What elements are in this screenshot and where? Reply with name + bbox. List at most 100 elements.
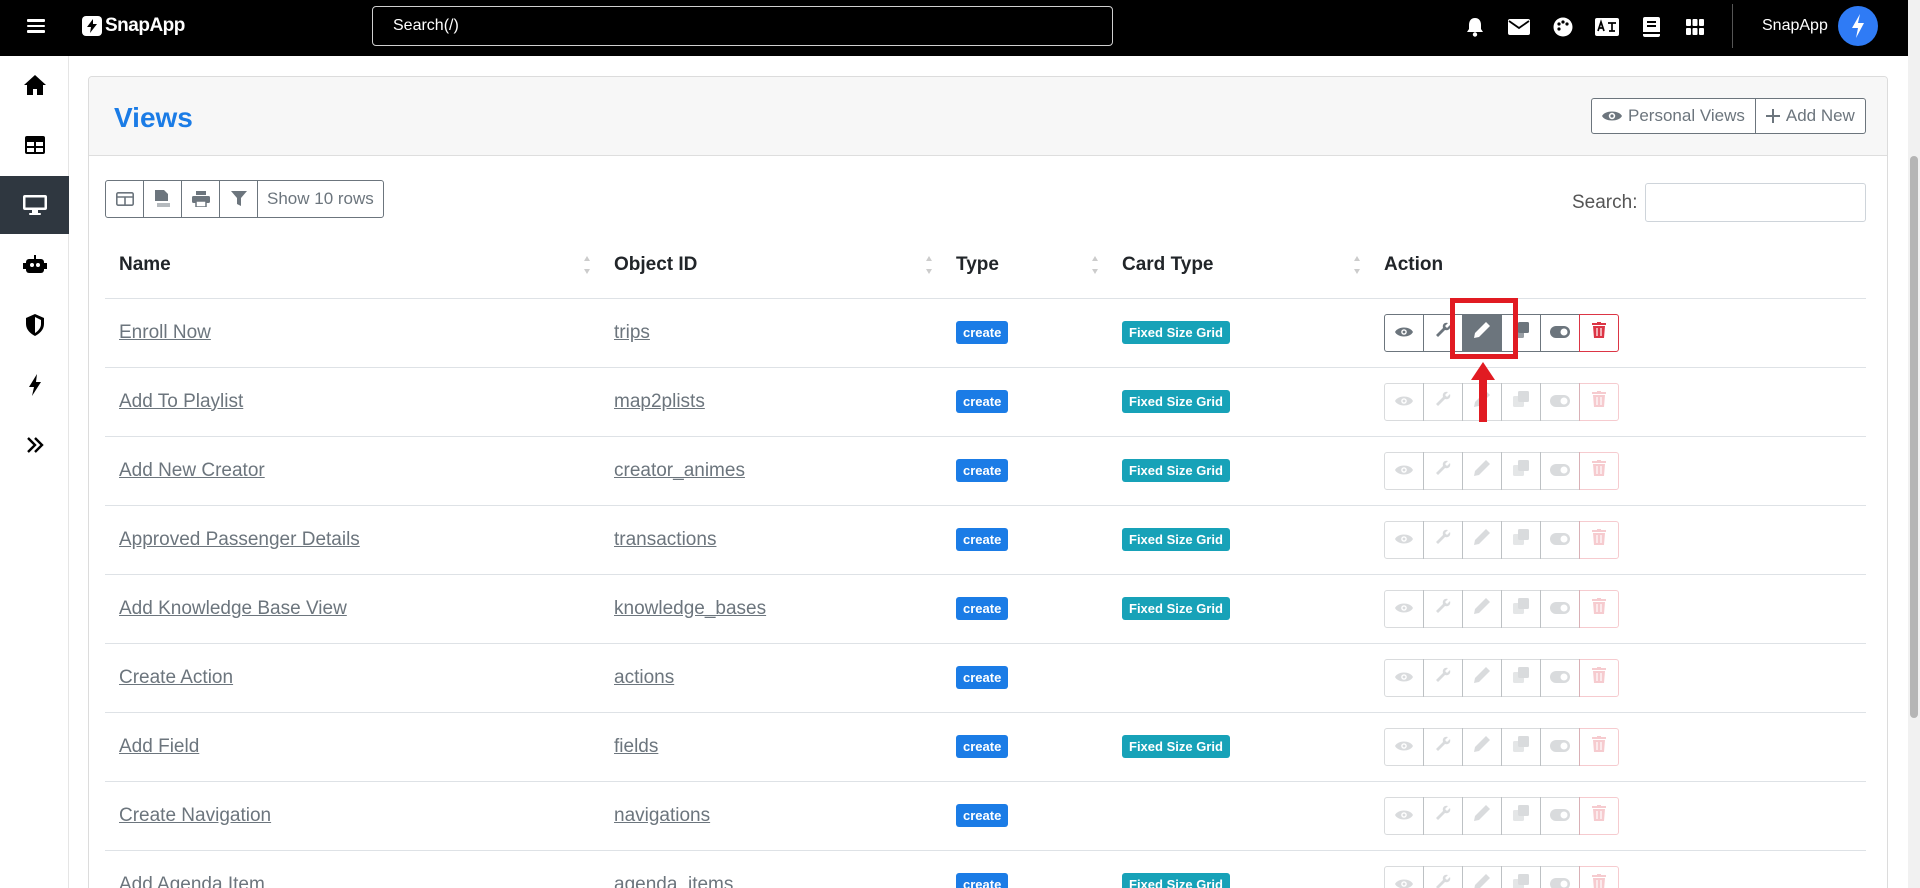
settings-button[interactable] [1423, 658, 1463, 697]
envelope-icon[interactable] [1504, 14, 1534, 40]
column-header-object-id[interactable]: Object ID [600, 232, 942, 299]
bell-icon[interactable] [1460, 14, 1490, 40]
column-header-type[interactable]: Type [942, 232, 1108, 299]
view-name-link[interactable]: Create Navigation [119, 805, 271, 826]
toggle-button[interactable] [1540, 796, 1580, 835]
delete-button[interactable] [1579, 589, 1619, 628]
global-search-input[interactable]: Search(/) [372, 6, 1113, 46]
duplicate-button[interactable] [1501, 727, 1541, 766]
settings-button[interactable] [1423, 727, 1463, 766]
delete-button[interactable] [1579, 382, 1619, 421]
delete-button[interactable] [1579, 451, 1619, 490]
apps-grid-icon[interactable] [1680, 14, 1710, 40]
duplicate-button[interactable] [1501, 865, 1541, 888]
object-id-link[interactable]: trips [614, 322, 650, 343]
toggle-button[interactable] [1540, 382, 1580, 421]
settings-button[interactable] [1423, 451, 1463, 490]
object-id-link[interactable]: agenda_items [614, 874, 733, 888]
delete-button[interactable] [1579, 727, 1619, 766]
duplicate-button[interactable] [1501, 382, 1541, 421]
view-name-link[interactable]: Add Field [119, 736, 199, 757]
hamburger-menu-icon[interactable] [24, 16, 48, 40]
view-button[interactable] [1384, 451, 1424, 490]
sidebar-item-security[interactable] [0, 296, 69, 354]
edit-button[interactable] [1462, 589, 1502, 628]
settings-button[interactable] [1423, 865, 1463, 888]
view-button[interactable] [1384, 313, 1424, 352]
toggle-button[interactable] [1540, 313, 1580, 352]
sidebar-expand-button[interactable] [0, 416, 69, 474]
column-header-name[interactable]: Name [105, 232, 600, 299]
duplicate-button[interactable] [1501, 658, 1541, 697]
object-id-link[interactable]: transactions [614, 529, 716, 550]
settings-button[interactable] [1423, 796, 1463, 835]
vertical-scrollbar[interactable] [1908, 0, 1920, 888]
export-csv-button[interactable] [143, 180, 182, 218]
view-name-link[interactable]: Add To Playlist [119, 391, 243, 412]
personal-views-button[interactable]: Personal Views [1591, 98, 1756, 134]
duplicate-button[interactable] [1501, 589, 1541, 628]
view-name-link[interactable]: Approved Passenger Details [119, 529, 360, 550]
toggle-button[interactable] [1540, 727, 1580, 766]
edit-button[interactable] [1462, 658, 1502, 697]
settings-button[interactable] [1423, 520, 1463, 559]
add-new-button[interactable]: Add New [1755, 98, 1866, 134]
book-icon[interactable] [1636, 14, 1666, 40]
scrollbar-thumb[interactable] [1910, 156, 1918, 718]
view-button[interactable] [1384, 589, 1424, 628]
sidebar-item-views[interactable] [0, 176, 69, 234]
delete-button[interactable] [1579, 658, 1619, 697]
object-id-link[interactable]: creator_animes [614, 460, 745, 481]
language-icon[interactable] [1592, 14, 1622, 40]
filter-button[interactable] [219, 180, 258, 218]
sidebar-item-home[interactable] [0, 56, 69, 114]
duplicate-button[interactable] [1501, 451, 1541, 490]
delete-button[interactable] [1579, 796, 1619, 835]
duplicate-button[interactable] [1501, 796, 1541, 835]
sidebar-item-actions[interactable] [0, 356, 69, 414]
toggle-button[interactable] [1540, 658, 1580, 697]
object-id-link[interactable]: navigations [614, 805, 710, 826]
edit-button[interactable] [1462, 451, 1502, 490]
object-id-link[interactable]: actions [614, 667, 674, 688]
sidebar-item-tables[interactable] [0, 116, 69, 174]
view-button[interactable] [1384, 865, 1424, 888]
settings-button[interactable] [1423, 589, 1463, 628]
toggle-button[interactable] [1540, 865, 1580, 888]
view-button[interactable] [1384, 382, 1424, 421]
edit-button[interactable] [1462, 865, 1502, 888]
view-name-link[interactable]: Create Action [119, 667, 233, 688]
duplicate-button[interactable] [1501, 520, 1541, 559]
brand-logo[interactable]: SnapApp [82, 15, 185, 37]
view-button[interactable] [1384, 520, 1424, 559]
view-name-link[interactable]: Add New Creator [119, 460, 265, 481]
column-visibility-button[interactable] [105, 180, 144, 218]
delete-button[interactable] [1579, 865, 1619, 888]
edit-button[interactable] [1462, 796, 1502, 835]
delete-button[interactable] [1579, 313, 1619, 352]
palette-icon[interactable] [1548, 14, 1578, 40]
view-button[interactable] [1384, 658, 1424, 697]
delete-button[interactable] [1579, 520, 1619, 559]
toggle-button[interactable] [1540, 589, 1580, 628]
print-button[interactable] [181, 180, 220, 218]
table-search-input[interactable] [1645, 183, 1866, 222]
column-header-card-type[interactable]: Card Type [1108, 232, 1370, 299]
user-name[interactable]: SnapApp [1762, 17, 1828, 35]
toggle-button[interactable] [1540, 520, 1580, 559]
settings-button[interactable] [1423, 382, 1463, 421]
edit-button[interactable] [1462, 520, 1502, 559]
toggle-button[interactable] [1540, 451, 1580, 490]
user-avatar[interactable] [1838, 6, 1878, 46]
object-id-link[interactable]: fields [614, 736, 658, 757]
object-id-link[interactable]: knowledge_bases [614, 598, 766, 619]
view-name-link[interactable]: Enroll Now [119, 322, 211, 343]
object-id-link[interactable]: map2plists [614, 391, 705, 412]
edit-button[interactable] [1462, 727, 1502, 766]
view-button[interactable] [1384, 796, 1424, 835]
view-name-link[interactable]: Add Agenda Item [119, 874, 265, 888]
show-rows-dropdown[interactable]: Show 10 rows [257, 180, 384, 218]
sidebar-item-bots[interactable] [0, 236, 69, 294]
view-name-link[interactable]: Add Knowledge Base View [119, 598, 347, 619]
view-button[interactable] [1384, 727, 1424, 766]
